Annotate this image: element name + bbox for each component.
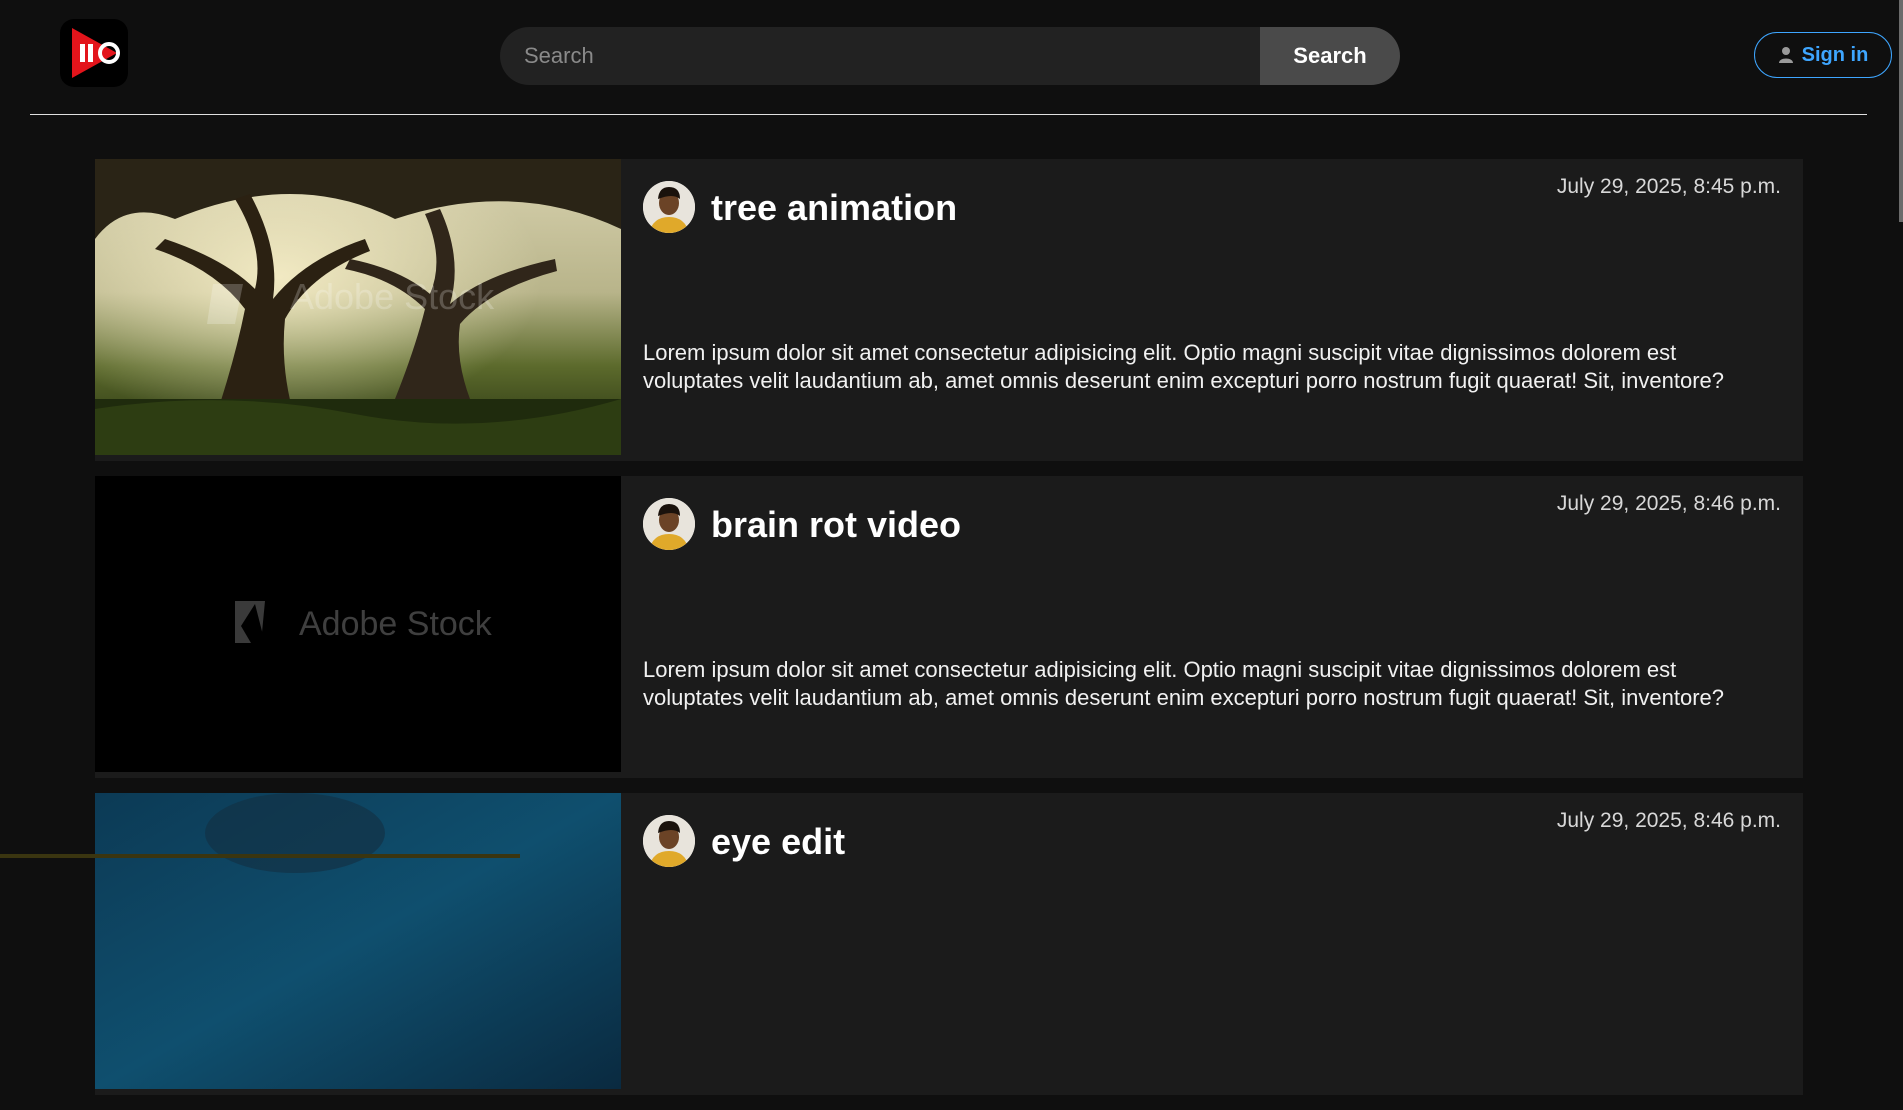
video-date: July 29, 2025, 8:45 p.m.: [1556, 175, 1781, 198]
user-avatar-icon: [643, 815, 695, 867]
svg-text:Adobe Stock: Adobe Stock: [299, 605, 493, 643]
video-details: tree animation July 29, 2025, 8:45 p.m. …: [643, 159, 1781, 461]
sign-in-button[interactable]: Sign in: [1754, 32, 1892, 78]
bottom-edge-strip: [0, 854, 520, 858]
avatar[interactable]: [643, 498, 695, 550]
video-details: eye edit July 29, 2025, 8:46 p.m.: [643, 793, 1781, 1095]
user-icon: [1778, 47, 1793, 63]
header-divider: [30, 114, 1867, 115]
video-description: Lorem ipsum dolor sit amet consectetur a…: [643, 340, 1725, 393]
search-input[interactable]: [500, 27, 1260, 85]
avatar[interactable]: [643, 815, 695, 867]
svg-text:Adobe Stock: Adobe Stock: [290, 276, 495, 317]
video-description: Lorem ipsum dolor sit amet consectetur a…: [643, 657, 1725, 710]
avatar[interactable]: [643, 181, 695, 233]
video-card[interactable]: Adobe Stock brain rot video July 29, 202…: [95, 476, 1803, 778]
search-button[interactable]: Search: [1260, 27, 1400, 85]
video-card[interactable]: eye edit July 29, 2025, 8:46 p.m.: [95, 793, 1803, 1095]
video-date: July 29, 2025, 8:46 p.m.: [1556, 492, 1781, 515]
video-thumbnail[interactable]: Adobe Stock: [95, 159, 621, 455]
site-logo[interactable]: [60, 19, 128, 87]
black-thumbnail-image: Adobe Stock: [95, 476, 621, 772]
blue-thumbnail-image: [95, 793, 621, 1089]
play-pause-logo-icon: [72, 28, 120, 78]
video-thumbnail[interactable]: Adobe Stock: [95, 476, 621, 772]
page-scrollbar[interactable]: [1899, 0, 1903, 222]
search-bar: Search: [500, 27, 1400, 85]
video-date: July 29, 2025, 8:46 p.m.: [1556, 809, 1781, 832]
top-bar: Search Sign in: [0, 0, 1903, 116]
user-avatar-icon: [643, 498, 695, 550]
video-feed: Adobe Stock tree animation July 29, 2025…: [95, 159, 1803, 1110]
tree-thumbnail-image: Adobe Stock: [95, 159, 621, 455]
video-title[interactable]: tree animation: [711, 187, 957, 229]
sign-in-label: Sign in: [1801, 43, 1869, 66]
video-title[interactable]: eye edit: [711, 821, 845, 863]
video-title[interactable]: brain rot video: [711, 504, 961, 546]
user-avatar-icon: [643, 181, 695, 233]
video-thumbnail[interactable]: [95, 793, 621, 1089]
video-card[interactable]: Adobe Stock tree animation July 29, 2025…: [95, 159, 1803, 461]
video-details: brain rot video July 29, 2025, 8:46 p.m.…: [643, 476, 1781, 778]
